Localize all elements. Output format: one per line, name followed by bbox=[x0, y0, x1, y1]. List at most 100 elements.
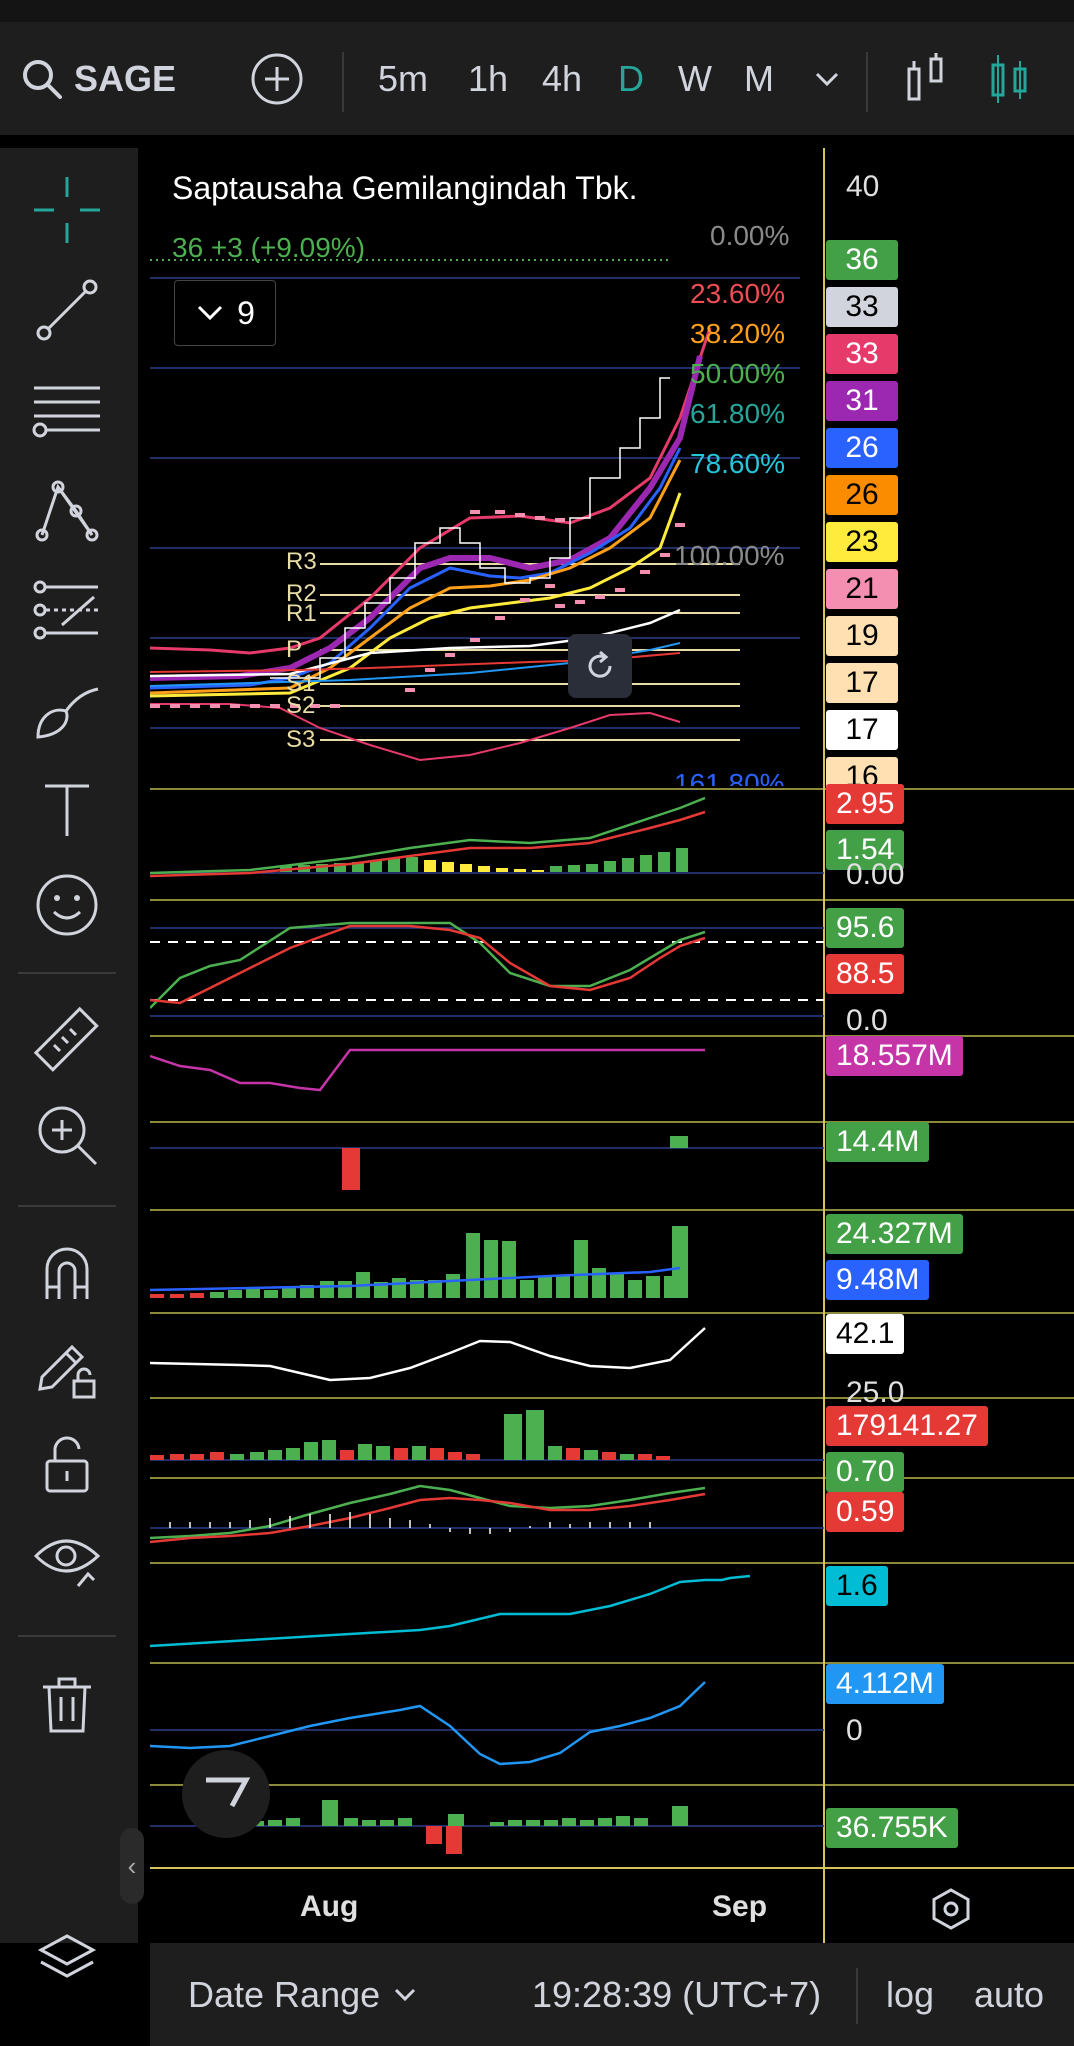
trendline-tool[interactable] bbox=[22, 265, 112, 355]
pivot-label: R1 bbox=[286, 600, 317, 627]
x-label-sep: Sep bbox=[712, 1890, 768, 1923]
indicator-badge: 95.6 bbox=[826, 908, 905, 948]
price-badge: 17 bbox=[826, 710, 898, 750]
compare-button[interactable] bbox=[250, 22, 304, 135]
pencil-lock-icon bbox=[38, 1344, 96, 1399]
fib-level-label: 38.20% bbox=[690, 318, 785, 349]
stoch-zero-label: 0.0 bbox=[846, 1004, 888, 1037]
chevron-left-icon: ‹ bbox=[127, 1850, 137, 1881]
price-badge: 19 bbox=[826, 616, 898, 656]
timeframe-m[interactable]: M bbox=[744, 22, 774, 135]
lock-drawing-tool[interactable] bbox=[22, 1325, 112, 1415]
crosshair-tool[interactable] bbox=[22, 165, 112, 255]
chart-type-button[interactable] bbox=[906, 22, 946, 135]
obv-zero-label: 0 bbox=[846, 1714, 863, 1747]
price-badge: 26 bbox=[826, 475, 898, 515]
chevron-down-icon bbox=[815, 72, 839, 86]
hide-drawings-tool[interactable] bbox=[22, 1515, 112, 1605]
indicator-badge: 42.1 bbox=[826, 1314, 905, 1354]
timeframe-4h[interactable]: 4h bbox=[542, 22, 582, 135]
pivot-label: P bbox=[286, 636, 303, 663]
indicator-badge: 36.755K bbox=[826, 1808, 958, 1848]
smiley-icon bbox=[36, 874, 98, 936]
delete-tool[interactable] bbox=[22, 1660, 112, 1750]
brush-tool[interactable] bbox=[22, 665, 112, 755]
reset-chart-button[interactable] bbox=[568, 634, 632, 698]
zoom-tool[interactable] bbox=[22, 1090, 112, 1180]
chevron-down-icon bbox=[198, 305, 223, 321]
magnet-tool[interactable] bbox=[22, 1228, 112, 1318]
search-icon bbox=[23, 59, 62, 99]
forecast-icon bbox=[33, 580, 98, 640]
indicator-badge: 179141.27 bbox=[826, 1406, 988, 1446]
eye-icon bbox=[33, 1539, 101, 1587]
lock-tool[interactable] bbox=[22, 1420, 112, 1510]
price-badge: 31 bbox=[826, 381, 898, 421]
hexagon-settings-icon bbox=[932, 1888, 970, 1930]
prediction-tool[interactable] bbox=[22, 565, 112, 655]
collapse-sidebar-button[interactable]: ‹ bbox=[120, 1828, 144, 1904]
emoji-tool[interactable] bbox=[22, 860, 112, 950]
indicator-badge: 1.6 bbox=[826, 1566, 888, 1606]
pattern-icon bbox=[35, 480, 99, 542]
date-range-label: Date Range bbox=[188, 1973, 381, 2015]
timeframe-d[interactable]: D bbox=[618, 22, 644, 135]
toolbar-divider bbox=[866, 52, 868, 112]
indicator-toggle[interactable]: 9 bbox=[174, 280, 276, 346]
pivot-label: S3 bbox=[286, 726, 316, 753]
change-line: 36 +3 (+9.09%) bbox=[172, 232, 366, 263]
indicator-badge: 9.48M bbox=[826, 1260, 930, 1300]
price-badge: 33 bbox=[826, 287, 898, 327]
fib-level-label: 23.60% bbox=[690, 278, 785, 309]
trendline-icon bbox=[36, 279, 98, 341]
object-tree-tool[interactable] bbox=[22, 1915, 112, 2005]
indicators-button[interactable] bbox=[990, 22, 1030, 135]
fib-level-label: 78.60% bbox=[690, 448, 785, 479]
magnet-icon bbox=[45, 1247, 89, 1299]
refresh-icon bbox=[588, 650, 612, 678]
chevron-down-icon bbox=[395, 1988, 416, 2001]
date-range-button[interactable]: Date Range bbox=[188, 1943, 418, 2046]
fib-level-label: 161.80% bbox=[674, 768, 785, 786]
indicator-badge: 2.95 bbox=[826, 784, 905, 824]
price-badge: 23 bbox=[826, 522, 898, 562]
sidebar-divider bbox=[18, 972, 116, 974]
timeframe-dropdown[interactable] bbox=[812, 22, 842, 135]
indicator-badge: 0.59 bbox=[826, 1492, 905, 1532]
fib-tool[interactable] bbox=[22, 365, 112, 455]
brush-icon bbox=[36, 687, 99, 739]
pivot-label: R3 bbox=[286, 548, 317, 575]
horizontal-lines-icon bbox=[32, 386, 100, 438]
chart-area[interactable]: Saptausaha Gemilangindah Tbk. 36 +3 (+9.… bbox=[150, 148, 1074, 1943]
clock-readout[interactable]: 19:28:39 (UTC+7) bbox=[532, 1943, 821, 2046]
auto-scale-toggle[interactable]: auto bbox=[974, 1943, 1044, 2046]
ruler-icon bbox=[33, 1006, 99, 1072]
chart-settings-button[interactable] bbox=[926, 1884, 976, 1934]
candlestick-icon bbox=[907, 52, 943, 100]
macd-zero-label: 0.00 bbox=[846, 858, 905, 891]
candles-green-icon bbox=[991, 54, 1027, 103]
timeframe-5m[interactable]: 5m bbox=[378, 22, 428, 135]
symbol-search[interactable]: SAGE bbox=[20, 22, 176, 135]
log-scale-toggle[interactable]: log bbox=[886, 1943, 934, 2046]
text-icon bbox=[45, 784, 89, 836]
symbol-label: SAGE bbox=[74, 57, 177, 99]
pivot-label: S2 bbox=[286, 692, 316, 719]
indicator-badge: 18.557M bbox=[826, 1036, 963, 1076]
indicator-badge: 0.70 bbox=[826, 1452, 905, 1492]
price-badge: 21 bbox=[826, 569, 898, 609]
sidebar-divider bbox=[18, 1205, 116, 1207]
trash-icon bbox=[43, 1677, 91, 1733]
zoom-in-icon bbox=[38, 1106, 98, 1166]
price-badge: 17 bbox=[826, 663, 898, 703]
pattern-tool[interactable] bbox=[22, 465, 112, 555]
fib-level-label: 0.00% bbox=[710, 220, 790, 251]
price-badge: 26 bbox=[826, 428, 898, 468]
timeframe-1h[interactable]: 1h bbox=[468, 22, 508, 135]
text-tool[interactable] bbox=[22, 765, 112, 855]
price-badge: 36 bbox=[826, 240, 898, 280]
bottom-divider bbox=[856, 1968, 858, 2024]
timeframe-w[interactable]: W bbox=[678, 22, 712, 135]
crosshair-icon bbox=[34, 177, 100, 243]
measure-tool[interactable] bbox=[22, 995, 112, 1085]
